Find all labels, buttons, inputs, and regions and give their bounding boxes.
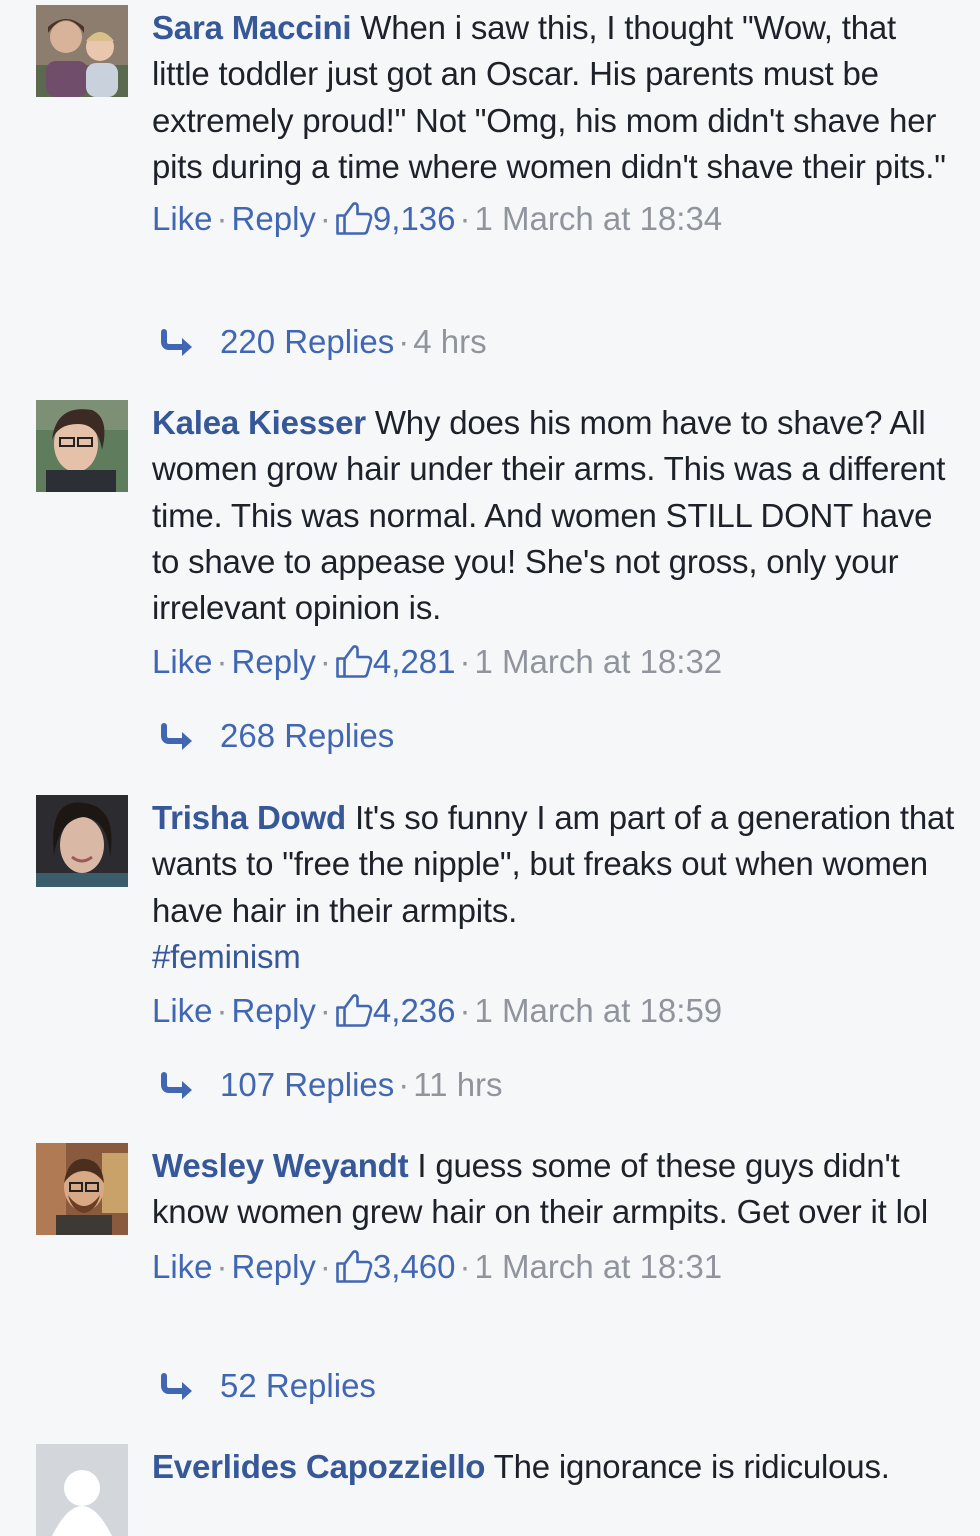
like-button[interactable]: Like <box>152 200 213 237</box>
comment-actions: Like · Reply · 3,460 · 1 March at 18:31 <box>152 1247 723 1285</box>
comment-timestamp[interactable]: 1 March at 18:34 <box>475 200 723 237</box>
comment-author[interactable]: Trisha Dowd <box>152 799 346 836</box>
comment-author[interactable]: Sara Maccini <box>152 9 352 46</box>
reply-button[interactable]: Reply <box>232 200 316 237</box>
like-count[interactable]: 9,136 <box>373 200 456 237</box>
comment-timestamp[interactable]: 1 March at 18:32 <box>475 643 723 680</box>
comment-body: Everlides Capozziello The ignorance is r… <box>152 1444 962 1490</box>
view-replies[interactable]: 107 Replies · 11 hrs <box>160 1065 503 1105</box>
comment-body: Sara Maccini When i saw this, I thought … <box>152 5 962 239</box>
comment-timestamp[interactable]: 1 March at 18:59 <box>475 992 723 1029</box>
like-button[interactable]: Like <box>152 992 213 1029</box>
thumbs-up-icon <box>335 1248 373 1284</box>
reply-button[interactable]: Reply <box>232 1248 316 1285</box>
avatar[interactable] <box>36 5 128 97</box>
like-button[interactable]: Like <box>152 643 213 680</box>
reply-arrow-icon <box>160 1373 196 1401</box>
comment-text: Trisha Dowd It's so funny I am part of a… <box>152 795 962 980</box>
reply-arrow-icon <box>160 1072 196 1100</box>
comment-body: Wesley Weyandt I guess some of these guy… <box>152 1143 962 1287</box>
hashtag-link[interactable]: #feminism <box>152 938 301 975</box>
comment-actions: Like · Reply · 9,136 · 1 March at 18:34 <box>152 200 723 238</box>
comment-author[interactable]: Everlides Capozziello <box>152 1448 485 1485</box>
comment-actions: Like · Reply · 4,236 · 1 March at 18:59 <box>152 992 723 1030</box>
like-button[interactable]: Like <box>152 1248 213 1285</box>
view-replies[interactable]: 268 Replies <box>160 716 394 756</box>
comment-actions: Like · Reply · 4,281 · 1 March at 18:32 <box>152 643 723 681</box>
like-count[interactable]: 3,460 <box>373 1248 456 1285</box>
replies-count[interactable]: 268 Replies <box>220 717 394 754</box>
reply-button[interactable]: Reply <box>232 992 316 1029</box>
avatar[interactable] <box>36 795 128 887</box>
reply-arrow-icon <box>160 329 196 357</box>
comment-text: Sara Maccini When i saw this, I thought … <box>152 5 962 190</box>
view-replies[interactable]: 220 Replies · 4 hrs <box>160 322 487 362</box>
comment-text: Kalea Kiesser Why does his mom have to s… <box>152 400 962 631</box>
reply-arrow-icon <box>160 723 196 751</box>
avatar[interactable] <box>36 400 128 492</box>
comment-timestamp[interactable]: 1 March at 18:31 <box>475 1248 723 1285</box>
comment-author[interactable]: Kalea Kiesser <box>152 404 366 441</box>
view-replies[interactable]: 52 Replies <box>160 1366 376 1406</box>
avatar[interactable] <box>36 1143 128 1235</box>
thumbs-up-icon <box>335 200 373 236</box>
replies-count[interactable]: 220 Replies <box>220 323 394 360</box>
comment-message: The ignorance is ridiculous. <box>493 1448 890 1485</box>
reply-button[interactable]: Reply <box>232 643 316 680</box>
like-count[interactable]: 4,236 <box>373 992 456 1029</box>
replies-count[interactable]: 107 Replies <box>220 1066 394 1103</box>
comment-body: Kalea Kiesser Why does his mom have to s… <box>152 400 962 682</box>
comment-body: Trisha Dowd It's so funny I am part of a… <box>152 795 962 1031</box>
replies-time: 11 hrs <box>413 1066 503 1103</box>
replies-count[interactable]: 52 Replies <box>220 1367 376 1404</box>
comment-text: Wesley Weyandt I guess some of these guy… <box>152 1143 962 1236</box>
thumbs-up-icon <box>335 992 373 1028</box>
comment-text: Everlides Capozziello The ignorance is r… <box>152 1444 962 1490</box>
avatar[interactable] <box>36 1444 128 1536</box>
thumbs-up-icon <box>335 643 373 679</box>
comment-author[interactable]: Wesley Weyandt <box>152 1147 409 1184</box>
like-count[interactable]: 4,281 <box>373 643 456 680</box>
replies-time: 4 hrs <box>413 323 487 360</box>
